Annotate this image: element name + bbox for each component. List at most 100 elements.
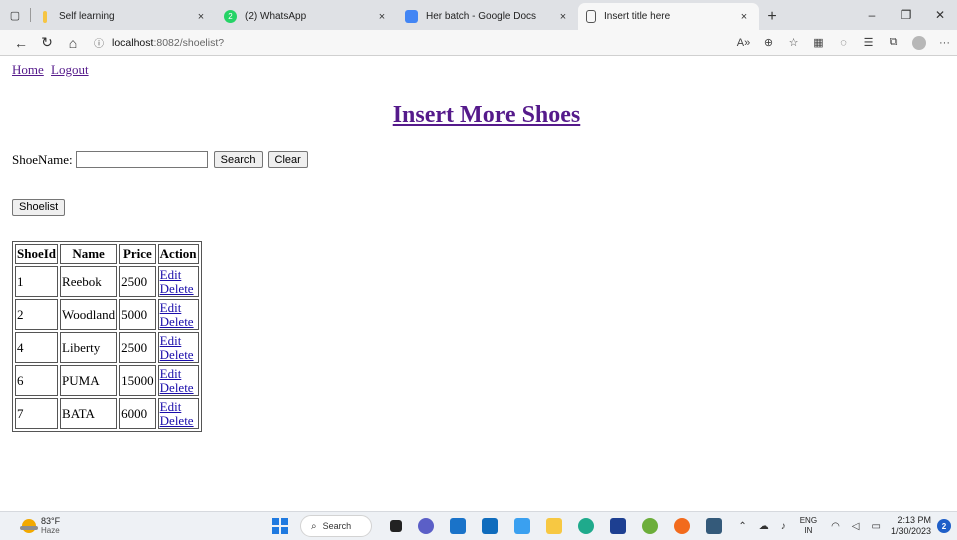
edge-browser-icon[interactable] xyxy=(578,518,594,534)
eclipse-ide-icon[interactable] xyxy=(642,518,658,534)
logout-link[interactable]: Logout xyxy=(51,62,89,77)
close-icon[interactable]: × xyxy=(194,11,208,23)
edit-link[interactable]: Edit xyxy=(160,399,197,414)
shoe-price-cell: 2500 xyxy=(119,332,156,363)
weather-desc: Haze xyxy=(41,526,60,535)
whatsapp-icon: 2 xyxy=(224,10,237,23)
weather-widget[interactable]: 83°F Haze xyxy=(20,516,61,536)
shoe-id-cell: 6 xyxy=(15,365,59,396)
profile-avatar-icon[interactable] xyxy=(912,35,926,50)
shoe-id-cell: 2 xyxy=(15,299,59,330)
tab-separator xyxy=(30,8,31,22)
page-content: Home Logout Insert More Shoes ShoeName: … xyxy=(0,56,957,511)
collections-icon[interactable]: ⧉ xyxy=(881,36,906,49)
page-heading: Insert More Shoes xyxy=(0,102,957,129)
home-link[interactable]: Home xyxy=(12,62,44,77)
shoe-price-cell: 6000 xyxy=(119,398,156,429)
tab-title: (2) WhatsApp xyxy=(245,11,307,22)
insert-more-shoes-link[interactable]: Insert More Shoes xyxy=(393,102,581,128)
tab-google-docs[interactable]: Her batch - Google Docs × xyxy=(397,3,578,30)
shoelist-button[interactable]: Shoelist xyxy=(12,198,66,216)
favorites-icon[interactable]: ☰ xyxy=(856,36,881,49)
table-row: 1 Reebok 2500 Edit Delete xyxy=(15,266,199,297)
store-icon[interactable] xyxy=(514,518,530,534)
close-icon[interactable]: × xyxy=(737,11,751,23)
shoe-price-cell: 2500 xyxy=(119,266,156,297)
taskbar-search[interactable]: ⌕ Search xyxy=(300,515,372,537)
mail-icon[interactable] xyxy=(482,518,498,534)
shoe-price-cell: 5000 xyxy=(119,299,156,330)
edit-link[interactable]: Edit xyxy=(160,300,197,315)
edit-link[interactable]: Edit xyxy=(160,366,197,381)
extension-icon[interactable]: ▦ xyxy=(806,36,831,49)
shoe-name-cell: Reebok xyxy=(60,266,118,297)
column-header-shoeid: ShoeId xyxy=(15,244,59,264)
vscode-icon[interactable] xyxy=(706,518,722,534)
read-aloud-icon[interactable]: A» xyxy=(731,37,756,49)
task-view-icon[interactable] xyxy=(390,520,402,532)
app-orange-icon[interactable] xyxy=(674,518,690,534)
extensions-puzzle-icon[interactable]: ◌ xyxy=(831,37,856,49)
address-bar[interactable]: ⓘ localhost:8082/shoelist? xyxy=(94,32,731,54)
windows-start-icon[interactable] xyxy=(272,518,288,534)
action-cell: Edit Delete xyxy=(157,299,199,330)
tab-title: Insert title here xyxy=(604,11,671,22)
close-icon[interactable]: × xyxy=(556,11,570,23)
volume-icon[interactable]: ◁ xyxy=(852,521,860,532)
battery-icon[interactable]: ▭ xyxy=(872,521,881,532)
tab-whatsapp[interactable]: 2 (2) WhatsApp × xyxy=(216,3,397,30)
shoename-input[interactable] xyxy=(75,151,208,168)
weather-temp: 83°F xyxy=(41,516,61,526)
edit-link[interactable]: Edit xyxy=(160,267,197,282)
shoe-name-cell: Liberty xyxy=(60,332,118,363)
delete-link[interactable]: Delete xyxy=(160,413,197,428)
delete-link[interactable]: Delete xyxy=(160,380,197,395)
close-icon[interactable]: × xyxy=(375,11,389,23)
tab-self-learning[interactable]: Self learning × xyxy=(35,3,216,30)
chevron-up-icon[interactable]: ⌃ xyxy=(738,521,746,532)
tab-actions-button[interactable]: ▢ xyxy=(0,0,30,30)
table-row: 7 BATA 6000 Edit Delete xyxy=(15,398,199,429)
language-line2: IN xyxy=(804,526,813,535)
shoe-id-cell: 7 xyxy=(15,398,59,429)
url-host: localhost xyxy=(112,36,154,49)
microphone-icon[interactable]: ♪ xyxy=(781,521,786,532)
taskbar-search-label: Search xyxy=(322,521,352,531)
refresh-icon[interactable]: ↻ xyxy=(34,31,60,55)
app-blue-icon[interactable] xyxy=(610,518,626,534)
table-row: 6 PUMA 15000 Edit Delete xyxy=(15,365,199,396)
more-menu-icon[interactable]: ··· xyxy=(932,37,957,49)
new-tab-button[interactable]: + xyxy=(759,3,785,30)
shoename-label: ShoeName: xyxy=(12,151,73,167)
file-explorer-icon[interactable] xyxy=(546,518,562,534)
clock[interactable]: 2:13 PM 1/30/2023 xyxy=(891,515,931,537)
edit-link[interactable]: Edit xyxy=(160,333,197,348)
google-docs-icon xyxy=(405,10,418,23)
restore-icon[interactable]: ❐ xyxy=(889,0,923,30)
widgets-icon[interactable] xyxy=(450,518,466,534)
window-close-icon[interactable]: ✕ xyxy=(923,0,957,30)
action-cell: Edit Delete xyxy=(157,266,199,297)
minimize-icon[interactable]: – xyxy=(855,0,889,30)
language-indicator[interactable]: ENG IN xyxy=(800,516,817,536)
delete-link[interactable]: Delete xyxy=(160,281,197,296)
shoe-name-cell: PUMA xyxy=(60,365,118,396)
tab-insert-title[interactable]: Insert title here × xyxy=(578,3,759,30)
zoom-icon[interactable]: ⊕ xyxy=(756,36,781,49)
home-icon[interactable]: ⌂ xyxy=(60,31,86,55)
shoe-name-cell: Woodland xyxy=(60,299,118,330)
delete-link[interactable]: Delete xyxy=(160,347,197,362)
table-row: 4 Liberty 2500 Edit Delete xyxy=(15,332,199,363)
clear-button[interactable]: Clear xyxy=(267,151,308,168)
teams-chat-icon[interactable] xyxy=(418,518,434,534)
favorite-star-icon[interactable]: ☆ xyxy=(781,36,806,49)
delete-link[interactable]: Delete xyxy=(160,314,197,329)
taskbar-apps: ⌕ Search xyxy=(272,515,730,537)
notification-badge[interactable]: 2 xyxy=(937,519,951,533)
wifi-icon[interactable]: ◠ xyxy=(831,521,840,532)
url-path: :8082/shoelist? xyxy=(153,36,225,49)
onedrive-cloud-icon[interactable]: ☁ xyxy=(759,521,769,532)
search-button[interactable]: Search xyxy=(213,151,263,168)
info-icon[interactable]: ⓘ xyxy=(94,35,112,50)
back-icon[interactable]: ← xyxy=(8,31,34,55)
